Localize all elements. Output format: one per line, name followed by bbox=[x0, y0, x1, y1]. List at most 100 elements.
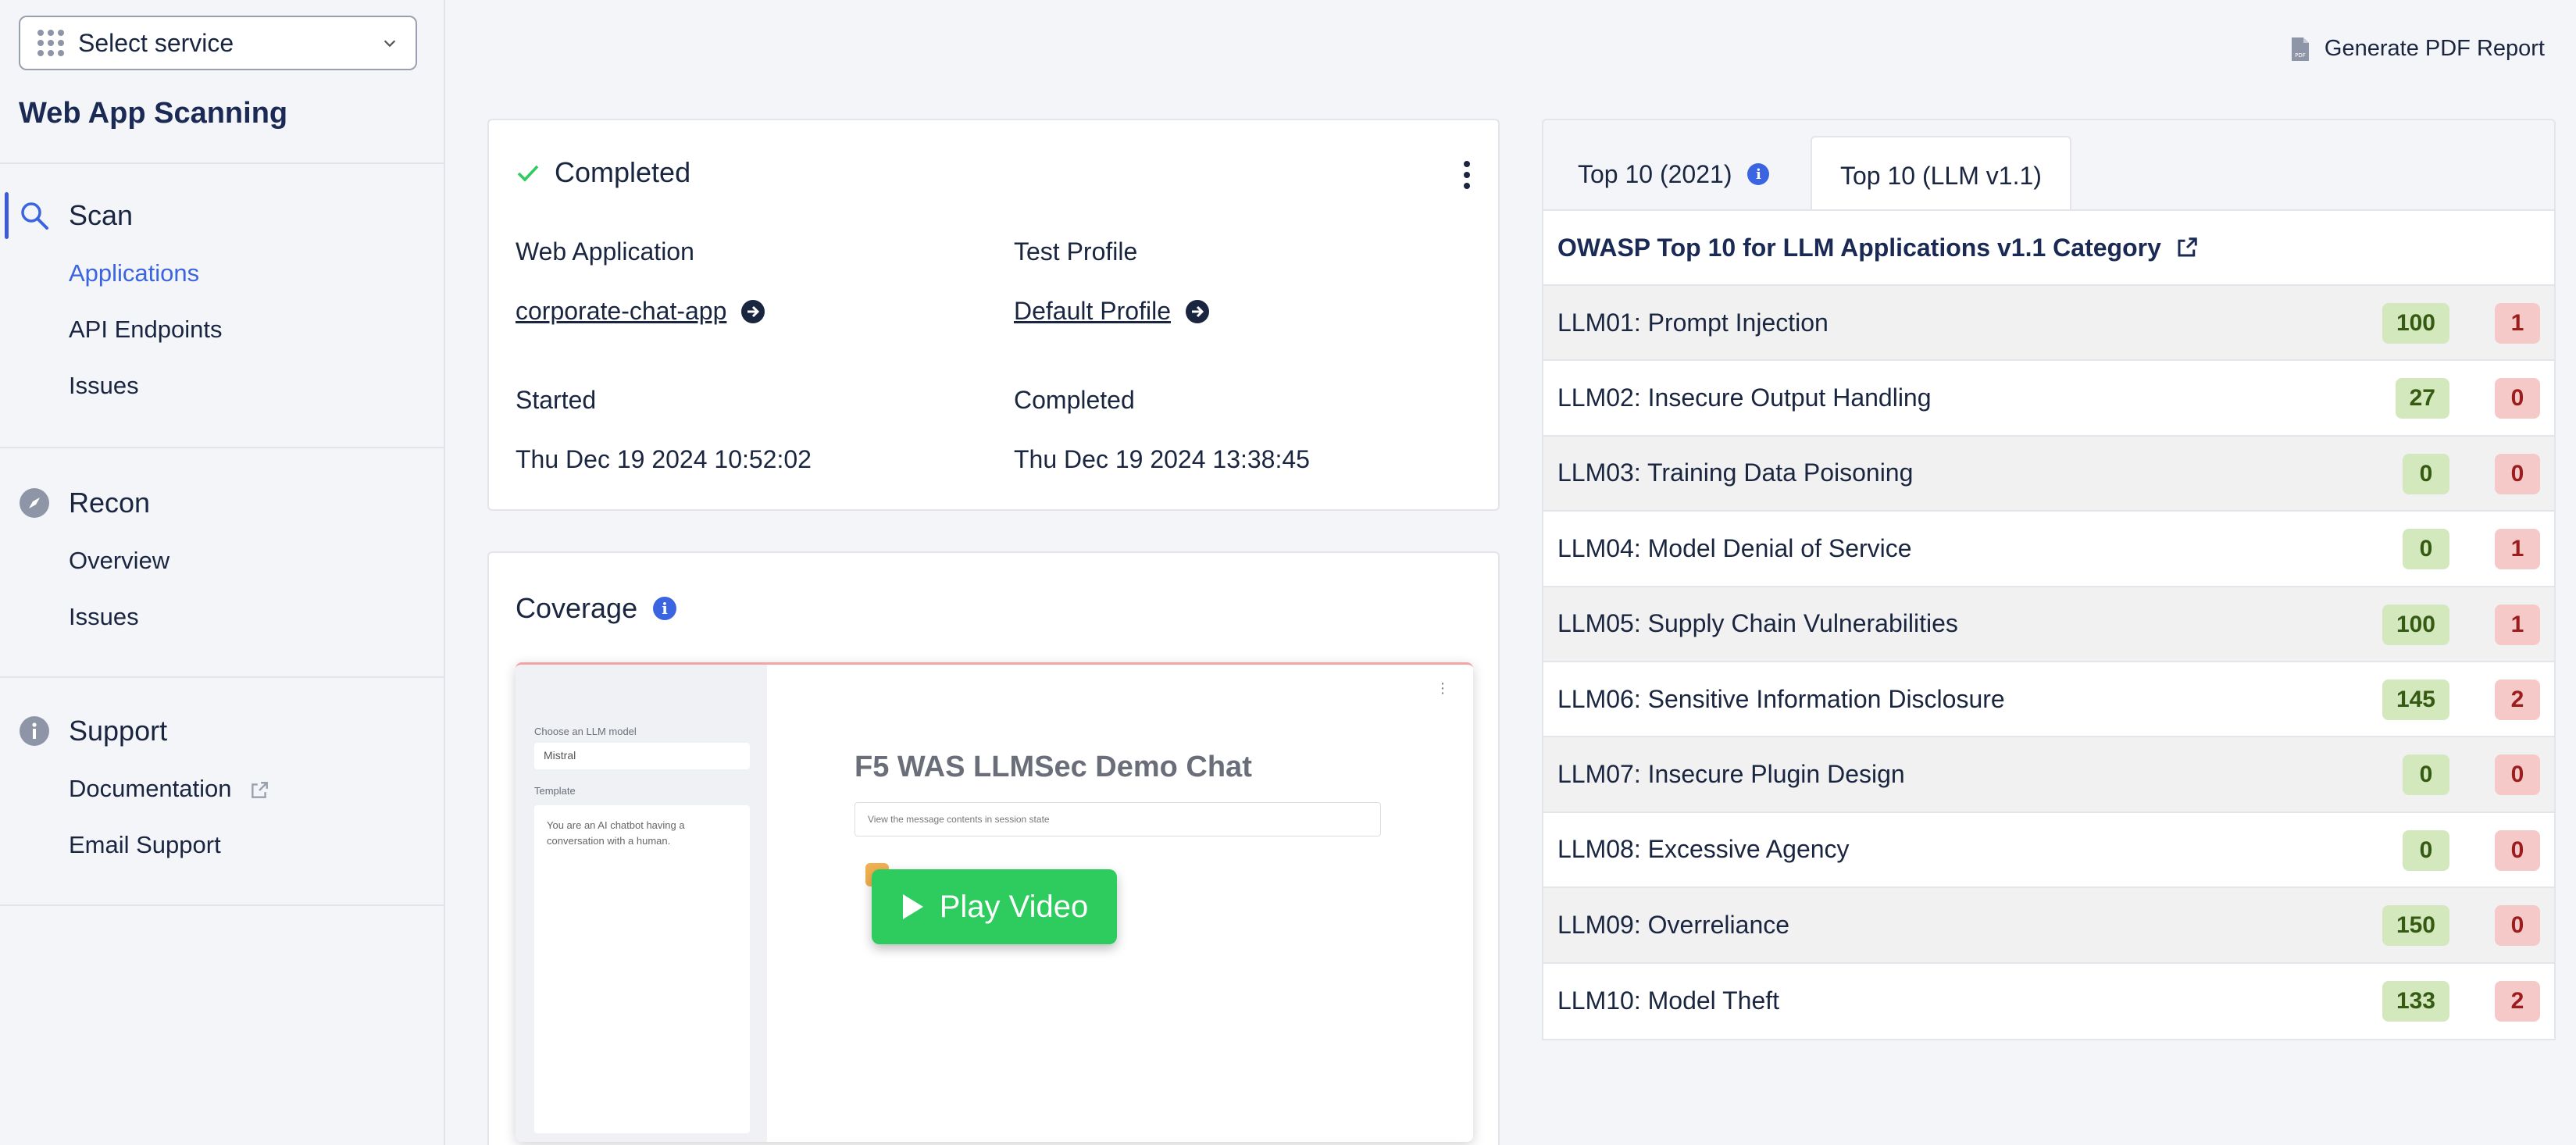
owasp-tabs: Top 10 (2021) i Top 10 (LLM v1.1) bbox=[1542, 119, 2556, 214]
fail-count-badge: 0 bbox=[2495, 378, 2540, 419]
sidebar-item-overview[interactable]: Overview bbox=[0, 533, 444, 589]
external-link-icon bbox=[252, 781, 269, 798]
support-section-header[interactable]: Support bbox=[0, 708, 444, 754]
pass-count-badge: 27 bbox=[2395, 378, 2449, 419]
coverage-title: Coverage i bbox=[516, 592, 677, 625]
table-row[interactable]: LLM06: Sensitive Information Disclosure 1… bbox=[1543, 662, 2554, 738]
divider bbox=[0, 162, 444, 164]
pdf-file-icon: PDF bbox=[2291, 37, 2309, 61]
sidebar: Select service Web App Scanning Scan App… bbox=[0, 0, 445, 1145]
sidebar-item-recon-issues[interactable]: Issues bbox=[0, 589, 444, 645]
check-icon bbox=[517, 165, 539, 182]
table-row[interactable]: LLM07: Insecure Plugin Design 0 0 bbox=[1543, 737, 2554, 813]
pass-count-badge: 0 bbox=[2403, 754, 2449, 796]
completed-value: Thu Dec 19 2024 13:38:45 bbox=[1014, 445, 1310, 473]
completed-label: Completed bbox=[1014, 386, 1135, 414]
active-indicator bbox=[5, 192, 9, 239]
started-value: Thu Dec 19 2024 10:52:02 bbox=[516, 445, 812, 473]
external-link-icon bbox=[2178, 237, 2197, 257]
tab-top10-llm-label: Top 10 (LLM v1.1) bbox=[1840, 161, 2042, 190]
divider bbox=[0, 904, 444, 906]
pass-count-badge: 133 bbox=[2382, 980, 2449, 1022]
owasp-table-header[interactable]: OWASP Top 10 for LLM Applications v1.1 C… bbox=[1543, 211, 2554, 286]
scan-section: Scan Applications API Endpoints Issues bbox=[0, 192, 444, 414]
arrow-right-circle-icon bbox=[1185, 299, 1209, 323]
pass-count-badge: 100 bbox=[2382, 303, 2449, 344]
coverage-card: Coverage i Choose an LLM model Mistral T… bbox=[487, 551, 1500, 1145]
pass-count-badge: 0 bbox=[2403, 829, 2449, 871]
test-profile-label: Test Profile bbox=[1014, 237, 1138, 266]
test-profile-link[interactable]: Default Profile bbox=[1014, 297, 1210, 326]
scan-status-card: Completed Web Application corporate-chat… bbox=[487, 119, 1500, 511]
generate-pdf-button[interactable]: PDF Generate PDF Report bbox=[2290, 36, 2545, 62]
play-video-button[interactable]: Play Video bbox=[872, 869, 1117, 944]
pass-count-badge: 0 bbox=[2403, 453, 2449, 494]
started-label: Started bbox=[516, 386, 597, 414]
fail-count-badge: 0 bbox=[2495, 829, 2540, 871]
service-select[interactable]: Select service bbox=[19, 16, 417, 70]
video-chat-title: F5 WAS LLMSec Demo Chat bbox=[855, 751, 1252, 783]
video-sidebar: Choose an LLM model Mistral Template You… bbox=[516, 665, 767, 1142]
video-model-label: Choose an LLM model bbox=[534, 726, 637, 737]
search-icon bbox=[19, 200, 50, 231]
fail-count-badge: 2 bbox=[2495, 679, 2540, 720]
tab-top10-llm[interactable]: Top 10 (LLM v1.1) bbox=[1811, 136, 2071, 214]
play-icon bbox=[902, 894, 923, 919]
coverage-title-text: Coverage bbox=[516, 592, 638, 624]
web-application-link[interactable]: corporate-chat-app bbox=[516, 297, 765, 326]
svg-text:PDF: PDF bbox=[2295, 52, 2306, 59]
arrow-right-circle-icon bbox=[741, 299, 765, 323]
play-video-label: Play Video bbox=[939, 889, 1089, 924]
table-row[interactable]: LLM10: Model Theft 133 2 bbox=[1543, 964, 2554, 1039]
owasp-table-title: OWASP Top 10 for LLM Applications v1.1 C… bbox=[1557, 233, 2161, 262]
tab-top10-2021[interactable]: Top 10 (2021) i bbox=[1550, 136, 1797, 212]
sidebar-item-api-endpoints[interactable]: API Endpoints bbox=[0, 301, 444, 358]
sidebar-item-documentation[interactable]: Documentation bbox=[0, 761, 444, 817]
table-row[interactable]: LLM03: Training Data Poisoning 0 0 bbox=[1543, 436, 2554, 512]
fail-count-badge: 1 bbox=[2495, 303, 2540, 344]
table-row[interactable]: LLM02: Insecure Output Handling 27 0 bbox=[1543, 361, 2554, 437]
recon-section-label: Recon bbox=[69, 487, 151, 519]
table-row[interactable]: LLM08: Excessive Agency 0 0 bbox=[1543, 813, 2554, 889]
fail-count-badge: 2 bbox=[2495, 980, 2540, 1022]
fail-count-badge: 0 bbox=[2495, 905, 2540, 947]
fail-count-badge: 1 bbox=[2495, 529, 2540, 570]
sidebar-item-applications[interactable]: Applications bbox=[0, 245, 444, 301]
video-template-label: Template bbox=[534, 785, 576, 797]
owasp-rows: LLM01: Prompt Injection 100 1 LLM02: Insec… bbox=[1543, 286, 2554, 1039]
recon-section-header[interactable]: Recon bbox=[0, 480, 444, 526]
info-icon bbox=[19, 715, 50, 747]
table-row[interactable]: LLM04: Model Denial of Service 0 1 bbox=[1543, 512, 2554, 587]
pass-count-badge: 150 bbox=[2382, 905, 2449, 947]
sidebar-item-scan-issues[interactable]: Issues bbox=[0, 358, 444, 414]
status-text: Completed bbox=[555, 156, 691, 188]
owasp-table: OWASP Top 10 for LLM Applications v1.1 C… bbox=[1542, 209, 2556, 1040]
support-section: Support Documentation Email Support bbox=[0, 708, 444, 873]
service-select-label: Select service bbox=[78, 28, 234, 57]
info-icon[interactable]: i bbox=[653, 597, 677, 620]
table-row[interactable]: LLM01: Prompt Injection 100 1 bbox=[1543, 286, 2554, 362]
table-row[interactable]: LLM09: Overreliance 150 0 bbox=[1543, 888, 2554, 964]
fail-count-badge: 0 bbox=[2495, 754, 2540, 796]
divider bbox=[0, 676, 444, 678]
tab-top10-2021-label: Top 10 (2021) bbox=[1578, 159, 1732, 188]
more-options-icon[interactable] bbox=[1464, 161, 1472, 194]
table-row[interactable]: LLM05: Supply Chain Vulnerabilities 100 1 bbox=[1543, 587, 2554, 662]
video-expander: View the message contents in session sta… bbox=[855, 802, 1381, 836]
status-row: Completed bbox=[516, 156, 690, 189]
recon-section: Recon Overview Issues bbox=[0, 480, 444, 645]
video-menu-icon: ⋮ bbox=[1436, 680, 1450, 696]
fail-count-badge: 1 bbox=[2495, 604, 2540, 645]
chevron-down-icon bbox=[384, 40, 396, 48]
support-section-label: Support bbox=[69, 715, 168, 747]
compass-icon bbox=[19, 487, 50, 519]
coverage-video[interactable]: Choose an LLM model Mistral Template You… bbox=[516, 662, 1473, 1142]
owasp-panel: Top 10 (2021) i Top 10 (LLM v1.1) OWASP … bbox=[1542, 119, 2556, 1040]
info-icon[interactable]: i bbox=[1747, 163, 1770, 185]
test-profile-value: Default Profile bbox=[1014, 297, 1171, 325]
sidebar-item-email-support[interactable]: Email Support bbox=[0, 817, 444, 873]
web-application-label: Web Application bbox=[516, 237, 694, 266]
video-model-select: Mistral bbox=[534, 743, 750, 769]
divider bbox=[0, 447, 444, 448]
scan-section-header[interactable]: Scan bbox=[0, 192, 444, 239]
